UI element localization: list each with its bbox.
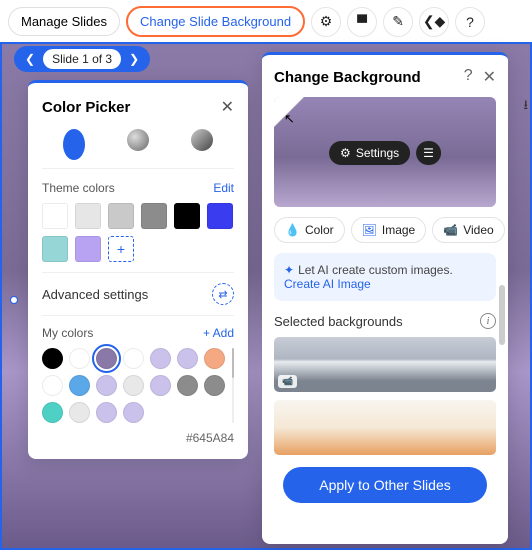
solid-color-tab[interactable] <box>63 129 85 160</box>
layout-icon[interactable]: ▀ <box>347 7 377 37</box>
my-colors-grid <box>42 348 226 423</box>
my-color-swatch[interactable] <box>96 348 117 369</box>
panel-help-icon[interactable]: ? <box>464 67 473 87</box>
theme-swatch[interactable] <box>174 203 200 229</box>
my-color-swatch[interactable] <box>96 402 117 423</box>
my-color-swatch[interactable] <box>42 348 63 369</box>
my-color-swatch[interactable] <box>150 375 171 396</box>
top-toolbar: Manage Slides Change Slide Background ⚙ … <box>0 0 532 43</box>
radial-gradient-tab[interactable] <box>127 129 149 151</box>
sparkle-icon: ✦ <box>284 263 294 277</box>
panel-close-icon[interactable]: ✕ <box>483 67 496 87</box>
animation-icon[interactable]: ❮◆ <box>419 7 449 37</box>
my-color-swatch[interactable] <box>123 375 144 396</box>
gear-icon: ⚙ <box>340 146 351 160</box>
add-color-link[interactable]: + Add <box>203 326 234 340</box>
my-color-swatch[interactable] <box>177 348 198 369</box>
download-icon[interactable]: ⭳ <box>523 96 528 118</box>
selected-backgrounds-label: Selected backgrounds <box>274 314 403 329</box>
change-background-title: Change Background <box>274 69 421 86</box>
video-tab-button[interactable]: 📹Video <box>432 217 504 243</box>
advanced-settings-icon[interactable]: ⇄ <box>212 283 234 305</box>
panel-scrollbar[interactable] <box>499 285 505 345</box>
gear-icon[interactable]: ⚙ <box>311 7 341 37</box>
color-picker-title: Color Picker <box>42 99 130 116</box>
color-picker-panel: Color Picker ✕ Theme colors Edit + Advan… <box>28 80 248 459</box>
manage-slides-button[interactable]: Manage Slides <box>8 7 120 36</box>
my-colors-label: My colors <box>42 326 93 340</box>
background-thumbnail[interactable] <box>274 400 496 455</box>
droplet-icon: 💧 <box>285 223 300 237</box>
my-color-swatch[interactable] <box>177 375 198 396</box>
edit-theme-link[interactable]: Edit <box>213 181 234 195</box>
my-color-swatch[interactable] <box>123 402 144 423</box>
color-tab-button[interactable]: 💧Color <box>274 217 345 243</box>
preview-settings-button[interactable]: ⚙ Settings <box>329 141 410 165</box>
background-preview[interactable]: ↖ ⚙ Settings ☰ <box>274 97 496 207</box>
my-color-swatch[interactable] <box>69 348 90 369</box>
my-color-swatch[interactable] <box>150 348 171 369</box>
my-color-swatch[interactable] <box>69 402 90 423</box>
theme-swatch[interactable] <box>75 203 101 229</box>
linear-gradient-tab[interactable] <box>191 129 213 151</box>
resize-handle[interactable] <box>10 296 18 304</box>
theme-swatch-grid: + <box>42 203 234 262</box>
theme-swatch[interactable] <box>108 203 134 229</box>
my-color-swatch[interactable] <box>69 375 90 396</box>
add-theme-swatch[interactable]: + <box>108 236 134 262</box>
image-icon: 🖼 <box>362 223 377 237</box>
my-color-swatch[interactable] <box>204 348 225 369</box>
theme-swatch[interactable] <box>207 203 233 229</box>
my-color-swatch[interactable] <box>42 402 63 423</box>
my-color-swatch[interactable] <box>204 375 225 396</box>
theme-colors-label: Theme colors <box>42 181 115 195</box>
change-background-panel: Change Background ? ✕ ↖ ⚙ Settings ☰ 💧Co… <box>262 52 508 544</box>
theme-swatch[interactable] <box>42 203 68 229</box>
video-icon: 📹 <box>443 223 458 237</box>
change-slide-background-button[interactable]: Change Slide Background <box>126 6 305 37</box>
theme-swatch[interactable] <box>141 203 167 229</box>
my-color-swatch[interactable] <box>123 348 144 369</box>
slide-navigator: ❮ Slide 1 of 3 ❯ <box>14 46 150 72</box>
advanced-settings-label: Advanced settings <box>42 287 148 302</box>
apply-to-other-slides-button[interactable]: Apply to Other Slides <box>283 467 487 503</box>
help-icon[interactable]: ? <box>455 7 485 37</box>
my-colors-scrollbar[interactable] <box>232 348 234 423</box>
prev-slide-button[interactable]: ❮ <box>20 52 40 66</box>
theme-swatch[interactable] <box>42 236 68 262</box>
preview-adjust-icon[interactable]: ☰ <box>416 141 441 165</box>
video-badge-icon: 📹 <box>278 375 297 388</box>
close-icon[interactable]: ✕ <box>221 97 234 117</box>
my-color-swatch[interactable] <box>96 375 117 396</box>
theme-swatch[interactable] <box>75 236 101 262</box>
hex-value: #645A84 <box>42 431 234 445</box>
cursor-icon: ↖ <box>284 111 295 127</box>
background-thumbnail[interactable]: 📹 <box>274 337 496 392</box>
brush-icon[interactable]: ✎ <box>383 7 413 37</box>
image-tab-button[interactable]: 🖼Image <box>351 217 427 243</box>
next-slide-button[interactable]: ❯ <box>124 52 144 66</box>
ai-suggestion-box: ✦Let AI create custom images. Create AI … <box>274 253 496 301</box>
my-color-swatch[interactable] <box>42 375 63 396</box>
info-icon[interactable]: i <box>480 313 496 329</box>
create-ai-image-link[interactable]: Create AI Image <box>284 277 371 291</box>
slide-counter: Slide 1 of 3 <box>43 49 121 69</box>
